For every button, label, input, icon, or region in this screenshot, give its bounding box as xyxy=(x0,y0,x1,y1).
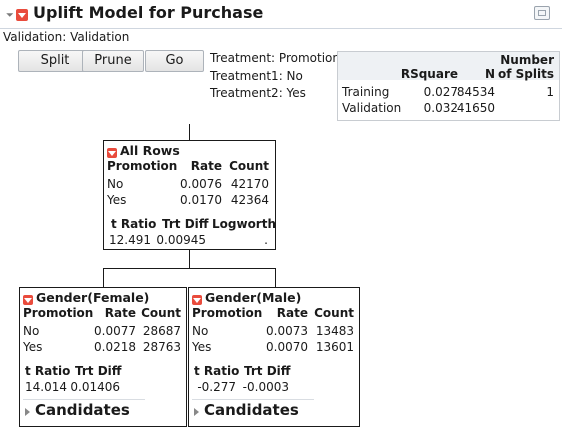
validation-row-label: Validation xyxy=(342,101,402,115)
row-label: Yes xyxy=(192,340,212,354)
node-menu-red-triangle-icon[interactable] xyxy=(192,294,202,305)
training-splits: 1 xyxy=(546,85,554,99)
stat-header: t Ratio xyxy=(25,364,71,378)
row-label: Yes xyxy=(107,193,127,207)
training-rsquare: 0.027 xyxy=(423,85,458,99)
treatment1-line: Treatment1: No xyxy=(210,69,303,83)
report-title-bar: Uplift Model for Purchase xyxy=(0,0,562,29)
treatment-line: Treatment: Promotion xyxy=(210,51,340,65)
row-label: No xyxy=(192,324,209,338)
t-ratio-value: 14.014 xyxy=(25,380,67,394)
tree-node-all-rows: All Rows Promotion Rate Count No 0.0076 … xyxy=(103,140,276,250)
node-menu-red-triangle-icon[interactable] xyxy=(23,294,33,305)
stat-header: t Ratio xyxy=(111,217,157,231)
tree-node-gender-female: Gender(Female) Promotion Rate Count No 0… xyxy=(19,287,187,427)
col-header: Rate xyxy=(276,306,308,320)
report-title: Uplift Model for Purchase xyxy=(33,3,264,22)
row-rate: 0.0073 xyxy=(266,324,308,338)
col-header: Rate xyxy=(104,306,136,320)
col-header: Promotion xyxy=(107,159,178,173)
col-header: Count xyxy=(314,306,354,320)
validation-rsquare: 0.032 xyxy=(423,101,458,115)
logworth-value: . xyxy=(264,233,268,247)
col-header: Count xyxy=(229,159,269,173)
connector-line xyxy=(189,248,190,268)
connector-line xyxy=(103,268,104,287)
trt-diff-value: 0.01406 xyxy=(70,380,120,394)
n-header: N xyxy=(484,67,495,81)
rsquare-header: RSquare xyxy=(400,67,458,81)
col-header: Promotion xyxy=(192,306,263,320)
row-count: 42364 xyxy=(230,193,269,207)
col-header: Count xyxy=(141,306,181,320)
disclosure-triangle-icon[interactable] xyxy=(194,408,199,416)
treatment2-line: Treatment2: Yes xyxy=(210,86,306,100)
node-title: Gender(Male) xyxy=(205,290,302,305)
row-count: 28763 xyxy=(142,340,181,354)
connector-line xyxy=(275,268,276,287)
row-label: Yes xyxy=(23,340,43,354)
validation-n: 41650 xyxy=(456,101,495,115)
go-button[interactable]: Go xyxy=(145,50,204,72)
window-options-icon[interactable] xyxy=(534,6,550,20)
tree-node-gender-male: Gender(Male) Promotion Rate Count No 0.0… xyxy=(188,287,360,427)
row-rate: 0.0170 xyxy=(180,193,222,207)
splits-header-line1: Number xyxy=(500,53,554,67)
stat-header: Logworth xyxy=(212,217,277,231)
row-rate: 0.0076 xyxy=(180,177,222,191)
node-title: All Rows xyxy=(120,143,180,158)
split-button[interactable]: Split xyxy=(18,50,92,72)
col-header: Promotion xyxy=(23,306,94,320)
stat-header: t Ratio xyxy=(194,364,240,378)
row-count: 13483 xyxy=(315,324,354,338)
t-ratio-value: -0.277 xyxy=(197,380,236,394)
candidates-label[interactable]: Candidates xyxy=(204,401,299,419)
candidates-outline[interactable]: Candidates xyxy=(23,399,145,424)
splits-header-line2: of Splits xyxy=(498,67,554,81)
candidates-outline[interactable]: Candidates xyxy=(192,399,314,424)
col-header: Rate xyxy=(190,159,222,173)
collapse-disclosure-icon[interactable] xyxy=(2,6,14,17)
row-count: 42170 xyxy=(230,177,269,191)
trt-diff-value: 0.00945 xyxy=(156,233,206,247)
stat-header: Trt Diff xyxy=(75,364,122,378)
training-label: Training xyxy=(342,85,390,99)
fit-statistics-table: RSquare N Number of Splits Training 0.02… xyxy=(337,51,560,121)
candidates-label[interactable]: Candidates xyxy=(35,401,130,419)
training-n: 84534 xyxy=(456,85,495,99)
row-count: 28687 xyxy=(142,324,181,338)
row-label: No xyxy=(23,324,40,338)
disclosure-triangle-icon[interactable] xyxy=(25,408,30,416)
row-label: No xyxy=(107,177,124,191)
stat-header: Trt Diff xyxy=(162,217,209,231)
node-title: Gender(Female) xyxy=(36,290,150,305)
row-rate: 0.0077 xyxy=(94,324,136,338)
row-rate: 0.0070 xyxy=(266,340,308,354)
node-menu-red-triangle-icon[interactable] xyxy=(107,147,117,158)
connector-line xyxy=(189,124,190,140)
t-ratio-value: 12.491 xyxy=(109,233,151,247)
trt-diff-value: -0.0003 xyxy=(242,380,289,394)
report-menu-red-triangle-icon[interactable] xyxy=(16,8,28,21)
stat-header: Trt Diff xyxy=(244,364,291,378)
validation-label: Validation: Validation xyxy=(3,30,130,44)
prune-button[interactable]: Prune xyxy=(82,50,144,72)
row-rate: 0.0218 xyxy=(94,340,136,354)
row-count: 13601 xyxy=(315,340,354,354)
connector-line xyxy=(103,268,275,269)
